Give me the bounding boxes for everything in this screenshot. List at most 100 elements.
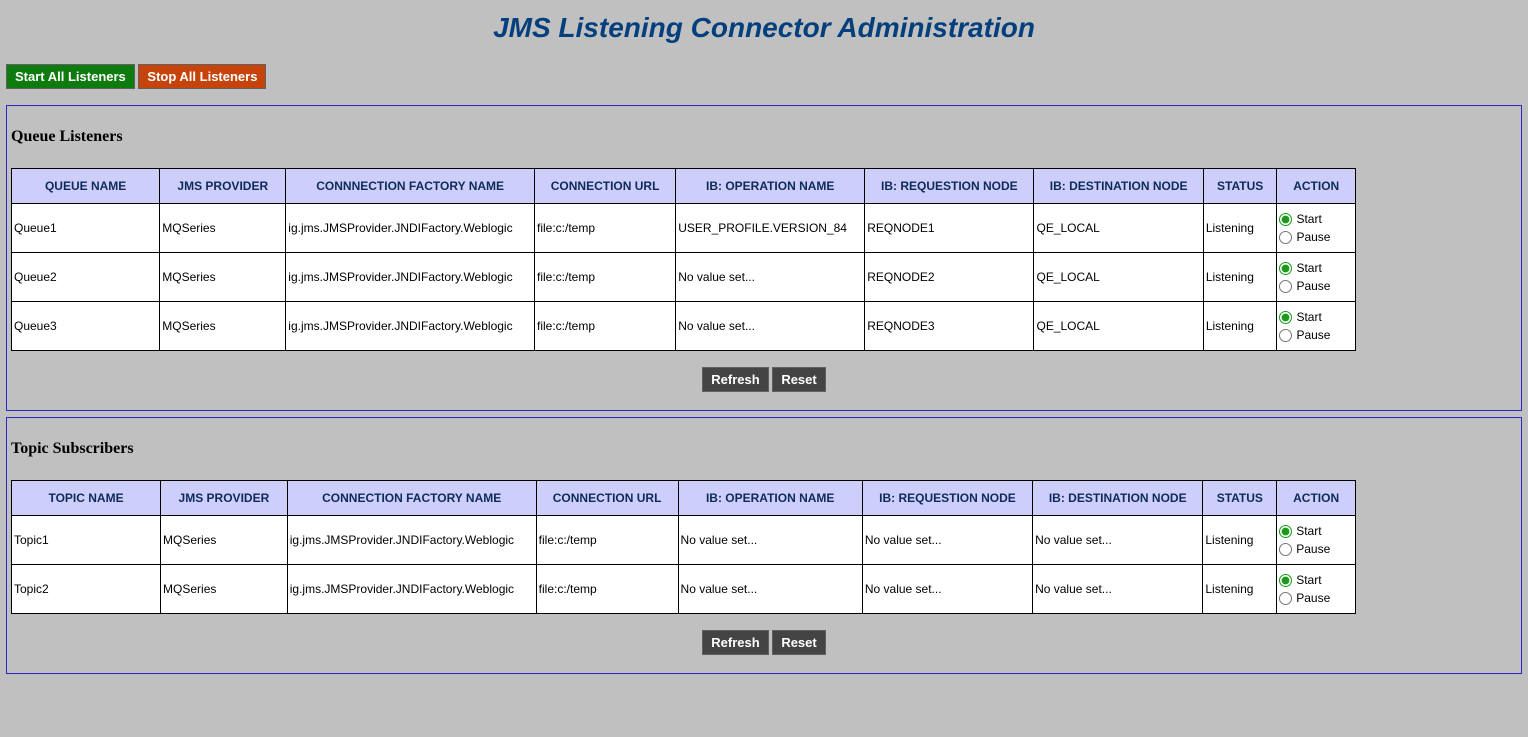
- queue-cell-action: StartPause: [1277, 302, 1356, 351]
- queue-header-row: QUEUE NAME JMS PROVIDER CONNNECTION FACT…: [12, 169, 1356, 204]
- table-row: Queue3MQSeriesig.jms.JMSProvider.JNDIFac…: [12, 302, 1356, 351]
- pause-radio-label: Pause: [1296, 277, 1330, 295]
- topic-header-op: IB: OPERATION NAME: [678, 481, 862, 516]
- queue-cell-action: StartPause: [1277, 204, 1356, 253]
- pause-radio-label: Pause: [1296, 589, 1330, 607]
- stop-all-listeners-button[interactable]: Stop All Listeners: [138, 64, 266, 89]
- queue-listeners-panel: Queue Listeners QUEUE NAME JMS PROVIDER …: [6, 105, 1522, 411]
- topic-header-row: TOPIC NAME JMS PROVIDER CONNECTION FACTO…: [12, 481, 1356, 516]
- start-radio[interactable]: [1279, 311, 1292, 324]
- queue-cell-op: No value set...: [676, 302, 865, 351]
- table-row: Topic2MQSeriesig.jms.JMSProvider.JNDIFac…: [12, 565, 1356, 614]
- topic-cell-url: file:c:/temp: [536, 516, 678, 565]
- page-title: JMS Listening Connector Administration: [0, 0, 1528, 64]
- pause-radio[interactable]: [1279, 280, 1292, 293]
- topic-cell-provider: MQSeries: [161, 516, 288, 565]
- pause-radio[interactable]: [1279, 329, 1292, 342]
- queue-header-url: CONNECTION URL: [534, 169, 675, 204]
- queue-listeners-table: QUEUE NAME JMS PROVIDER CONNNECTION FACT…: [11, 168, 1356, 351]
- topic-action-row: Refresh Reset: [11, 614, 1517, 655]
- queue-cell-req: REQNODE3: [865, 302, 1034, 351]
- topic-cell-req: No value set...: [862, 565, 1032, 614]
- queue-listeners-title: Queue Listeners: [11, 110, 1517, 168]
- topic-cell-op: No value set...: [678, 516, 862, 565]
- topic-header-name: TOPIC NAME: [12, 481, 161, 516]
- topic-cell-action: StartPause: [1277, 565, 1356, 614]
- queue-cell-name: Queue3: [12, 302, 160, 351]
- topic-header-req: IB: REQUESTION NODE: [862, 481, 1032, 516]
- queue-cell-status: Listening: [1203, 253, 1277, 302]
- queue-cell-action: StartPause: [1277, 253, 1356, 302]
- table-row: Queue1MQSeriesig.jms.JMSProvider.JNDIFac…: [12, 204, 1356, 253]
- queue-cell-dest: QE_LOCAL: [1034, 204, 1203, 253]
- start-radio-label: Start: [1296, 259, 1321, 277]
- queue-header-cfn: CONNNECTION FACTORY NAME: [286, 169, 535, 204]
- start-all-listeners-button[interactable]: Start All Listeners: [6, 64, 135, 89]
- queue-cell-url: file:c:/temp: [534, 204, 675, 253]
- queue-header-name: QUEUE NAME: [12, 169, 160, 204]
- topic-cell-provider: MQSeries: [161, 565, 288, 614]
- queue-header-req: IB: REQUESTION NODE: [865, 169, 1034, 204]
- topic-cell-name: Topic2: [12, 565, 161, 614]
- pause-radio[interactable]: [1279, 543, 1292, 556]
- start-radio-label: Start: [1296, 210, 1321, 228]
- topic-cell-dest: No value set...: [1033, 516, 1203, 565]
- queue-reset-button[interactable]: Reset: [772, 367, 825, 392]
- start-radio-label: Start: [1296, 522, 1321, 540]
- topic-reset-button[interactable]: Reset: [772, 630, 825, 655]
- queue-cell-op: USER_PROFILE.VERSION_84: [676, 204, 865, 253]
- topic-subscribers-title: Topic Subscribers: [11, 422, 1517, 480]
- queue-cell-req: REQNODE2: [865, 253, 1034, 302]
- queue-cell-status: Listening: [1203, 302, 1277, 351]
- queue-cell-req: REQNODE1: [865, 204, 1034, 253]
- start-radio[interactable]: [1279, 525, 1292, 538]
- topic-header-cfn: CONNECTION FACTORY NAME: [287, 481, 536, 516]
- queue-action-row: Refresh Reset: [11, 351, 1517, 392]
- pause-radio-label: Pause: [1296, 326, 1330, 344]
- topic-cell-cfn: ig.jms.JMSProvider.JNDIFactory.Weblogic: [287, 565, 536, 614]
- pause-radio-label: Pause: [1296, 540, 1330, 558]
- queue-cell-provider: MQSeries: [160, 302, 286, 351]
- queue-cell-url: file:c:/temp: [534, 302, 675, 351]
- topic-header-url: CONNECTION URL: [536, 481, 678, 516]
- queue-cell-cfn: ig.jms.JMSProvider.JNDIFactory.Weblogic: [286, 204, 535, 253]
- queue-cell-name: Queue2: [12, 253, 160, 302]
- queue-cell-provider: MQSeries: [160, 253, 286, 302]
- start-radio[interactable]: [1279, 213, 1292, 226]
- start-radio[interactable]: [1279, 262, 1292, 275]
- topic-header-status: STATUS: [1203, 481, 1277, 516]
- topic-cell-status: Listening: [1203, 565, 1277, 614]
- queue-cell-url: file:c:/temp: [534, 253, 675, 302]
- queue-cell-dest: QE_LOCAL: [1034, 253, 1203, 302]
- table-row: Queue2MQSeriesig.jms.JMSProvider.JNDIFac…: [12, 253, 1356, 302]
- queue-header-dest: IB: DESTINATION NODE: [1034, 169, 1203, 204]
- queue-header-status: STATUS: [1203, 169, 1277, 204]
- topic-cell-url: file:c:/temp: [536, 565, 678, 614]
- topic-header-dest: IB: DESTINATION NODE: [1033, 481, 1203, 516]
- queue-cell-cfn: ig.jms.JMSProvider.JNDIFactory.Weblogic: [286, 253, 535, 302]
- queue-refresh-button[interactable]: Refresh: [702, 367, 768, 392]
- topic-refresh-button[interactable]: Refresh: [702, 630, 768, 655]
- queue-cell-dest: QE_LOCAL: [1034, 302, 1203, 351]
- pause-radio[interactable]: [1279, 592, 1292, 605]
- topic-subscribers-panel: Topic Subscribers TOPIC NAME JMS PROVIDE…: [6, 417, 1522, 674]
- queue-cell-op: No value set...: [676, 253, 865, 302]
- topic-cell-action: StartPause: [1277, 516, 1356, 565]
- topic-header-action: ACTION: [1277, 481, 1356, 516]
- topic-header-provider: JMS PROVIDER: [161, 481, 288, 516]
- queue-header-provider: JMS PROVIDER: [160, 169, 286, 204]
- topic-subscribers-table: TOPIC NAME JMS PROVIDER CONNECTION FACTO…: [11, 480, 1356, 614]
- start-radio[interactable]: [1279, 574, 1292, 587]
- pause-radio-label: Pause: [1296, 228, 1330, 246]
- pause-radio[interactable]: [1279, 231, 1292, 244]
- start-radio-label: Start: [1296, 308, 1321, 326]
- queue-cell-name: Queue1: [12, 204, 160, 253]
- topic-cell-req: No value set...: [862, 516, 1032, 565]
- topic-cell-name: Topic1: [12, 516, 161, 565]
- topic-cell-status: Listening: [1203, 516, 1277, 565]
- topic-cell-op: No value set...: [678, 565, 862, 614]
- global-button-bar: Start All Listeners Stop All Listeners: [0, 64, 1528, 99]
- topic-cell-dest: No value set...: [1033, 565, 1203, 614]
- queue-cell-provider: MQSeries: [160, 204, 286, 253]
- queue-header-action: ACTION: [1277, 169, 1356, 204]
